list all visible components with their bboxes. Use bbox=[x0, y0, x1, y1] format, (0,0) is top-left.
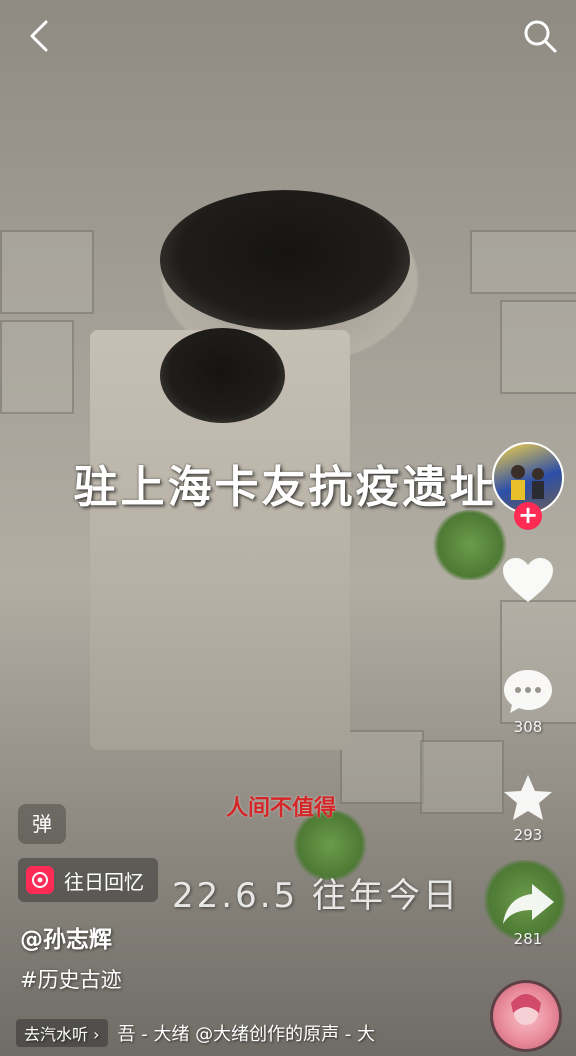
video-watermark: 人间不值得 bbox=[226, 795, 337, 821]
share-count: 281 bbox=[513, 930, 543, 948]
comment-button[interactable]: 308 bbox=[492, 666, 564, 736]
like-button[interactable] bbox=[492, 556, 564, 606]
comment-icon bbox=[504, 670, 552, 713]
memory-tag-label: 往日回忆 bbox=[64, 869, 144, 894]
danmu-toggle-button[interactable]: 弹 bbox=[18, 804, 66, 844]
paving-brick bbox=[340, 730, 424, 804]
stove-opening bbox=[160, 328, 285, 423]
heart-icon bbox=[503, 558, 553, 602]
music-info-bar[interactable]: 去汽水听 › 吾 - 大绪 @大绪创作的原声 - 大 bbox=[16, 1016, 436, 1050]
search-icon[interactable] bbox=[520, 16, 560, 56]
follow-button[interactable]: + bbox=[514, 502, 542, 530]
share-arrow-icon bbox=[503, 884, 554, 924]
memory-date-stamp: 22.6.5 往年今日 bbox=[172, 876, 460, 916]
memory-tag-chip[interactable]: 往日回忆 bbox=[18, 858, 158, 902]
memory-tag-icon bbox=[26, 866, 54, 894]
author-avatar-group[interactable]: + bbox=[492, 442, 564, 530]
open-in-music-app-link[interactable]: 去汽水听 › bbox=[16, 1019, 108, 1047]
paving-brick bbox=[0, 320, 74, 414]
paving-brick bbox=[0, 230, 94, 314]
hashtag-link[interactable]: #历史古迹 bbox=[20, 964, 122, 994]
paving-brick bbox=[500, 300, 576, 394]
share-button[interactable]: 281 bbox=[492, 880, 564, 948]
star-icon bbox=[504, 775, 552, 820]
back-icon[interactable] bbox=[22, 16, 58, 56]
video-overlay-caption: 驻上海卡友抗疫遗址 bbox=[73, 462, 497, 513]
author-name[interactable]: @孙志辉 bbox=[20, 920, 112, 954]
stove-opening bbox=[160, 190, 410, 330]
favorite-count: 293 bbox=[513, 826, 543, 844]
comment-count: 308 bbox=[513, 718, 543, 736]
music-title: 吾 - 大绪 @大绪创作的原声 - 大 bbox=[117, 1024, 376, 1045]
favorite-button[interactable]: 293 bbox=[492, 772, 564, 844]
music-disc[interactable] bbox=[490, 980, 562, 1052]
paving-brick bbox=[470, 230, 576, 294]
